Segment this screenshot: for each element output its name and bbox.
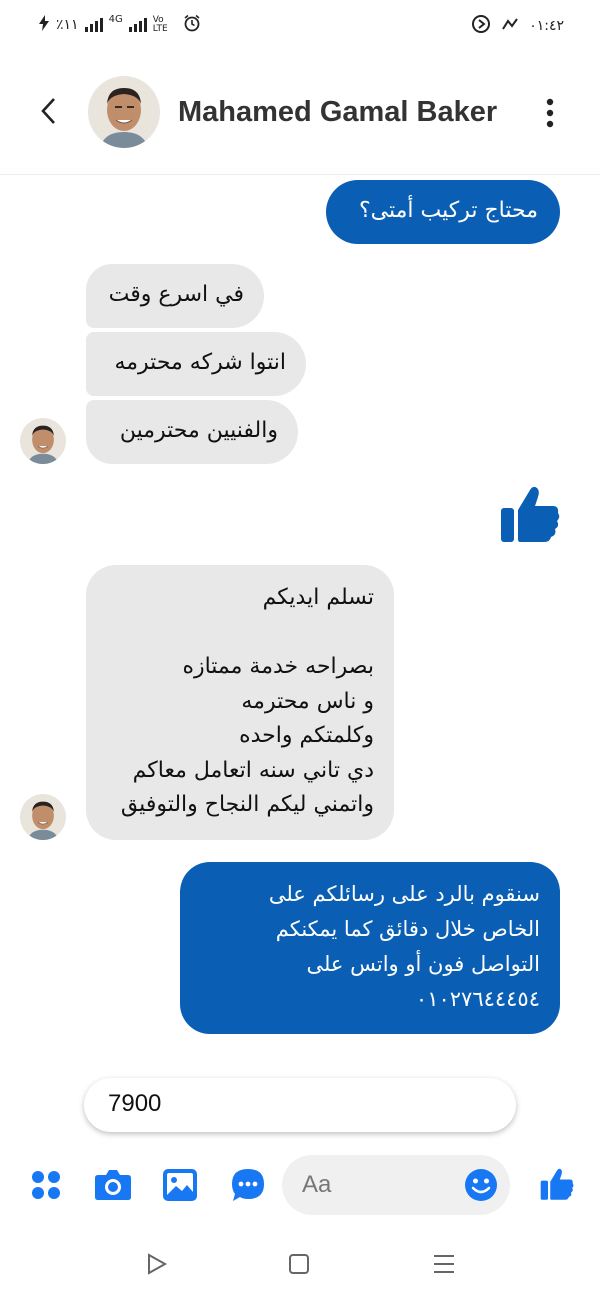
status-bar: ٪١١ 4G Vo LTE ٠١:٤٢ [0,0,600,52]
sender-avatar[interactable] [20,794,66,840]
reactions-button[interactable] [230,1167,266,1203]
clock-time: ٠١:٤٢ [529,18,564,34]
contact-name[interactable]: Mahamed Gamal Baker [178,96,497,129]
chat-bubble-icon [232,1169,264,1201]
status-right: ٠١:٤٢ [471,14,564,38]
signal-icon [84,18,103,32]
charging-icon [38,15,50,35]
volte-badge: Vo LTE [152,15,168,34]
contact-avatar[interactable] [88,76,160,148]
alarm-icon [183,14,201,36]
message-bubble-incoming[interactable]: تسلم ايديكم بصراحه خدمة ممتازه و ناس محت… [86,565,394,840]
network-type: 4G [108,13,123,25]
thumbs-up-icon [540,1168,574,1200]
status-left: ٪١١ 4G Vo LTE [38,14,201,36]
menu-lines-icon [434,1255,454,1273]
menu-button[interactable] [30,1169,62,1201]
signal-icon-2 [128,18,147,32]
message-bubble-incoming[interactable]: في اسرع وقت [86,264,264,328]
suggestion-chip[interactable]: 7900 [84,1078,516,1132]
nav-back-button[interactable] [146,1252,168,1276]
emoji-button[interactable] [464,1168,498,1202]
square-home-icon [289,1254,309,1274]
message-bubble-outgoing[interactable]: سنقوم بالرد على رسائلكم على الخاص خلال د… [180,862,560,1034]
message-bubble-incoming[interactable]: انتوا شركه محترمه [86,332,306,396]
data-saver-icon [471,14,491,38]
camera-icon [95,1170,131,1200]
image-icon [163,1169,197,1201]
thumbs-up-icon [501,486,560,542]
smiley-icon [465,1169,497,1201]
message-bubble-outgoing[interactable]: محتاج تركيب أمتى؟ [326,180,560,244]
message-input-placeholder: Aa [302,1171,332,1198]
battery-percent: ٪١١ [56,17,79,33]
conversation-header: Mahamed Gamal Baker [0,52,600,175]
camera-button[interactable] [94,1167,132,1201]
chevron-left-icon [41,98,55,124]
message-bubble-incoming[interactable]: والفنيين محترمين [86,400,298,464]
triangle-back-icon [148,1253,168,1275]
like-sticker[interactable] [498,482,562,546]
message-input[interactable]: Aa [282,1155,510,1215]
sender-avatar[interactable] [20,418,66,464]
nfc-icon [501,17,519,35]
system-nav-bar [0,1228,600,1301]
suggestion-text: 7900 [108,1090,162,1117]
more-vertical-icon [546,98,554,128]
nav-home-button[interactable] [288,1253,310,1275]
more-options-button[interactable] [540,96,560,130]
send-like-button[interactable] [538,1166,576,1202]
four-dots-icon [32,1171,60,1199]
gallery-button[interactable] [162,1168,198,1202]
back-button[interactable] [38,96,60,126]
nav-recents-button[interactable] [432,1253,456,1275]
